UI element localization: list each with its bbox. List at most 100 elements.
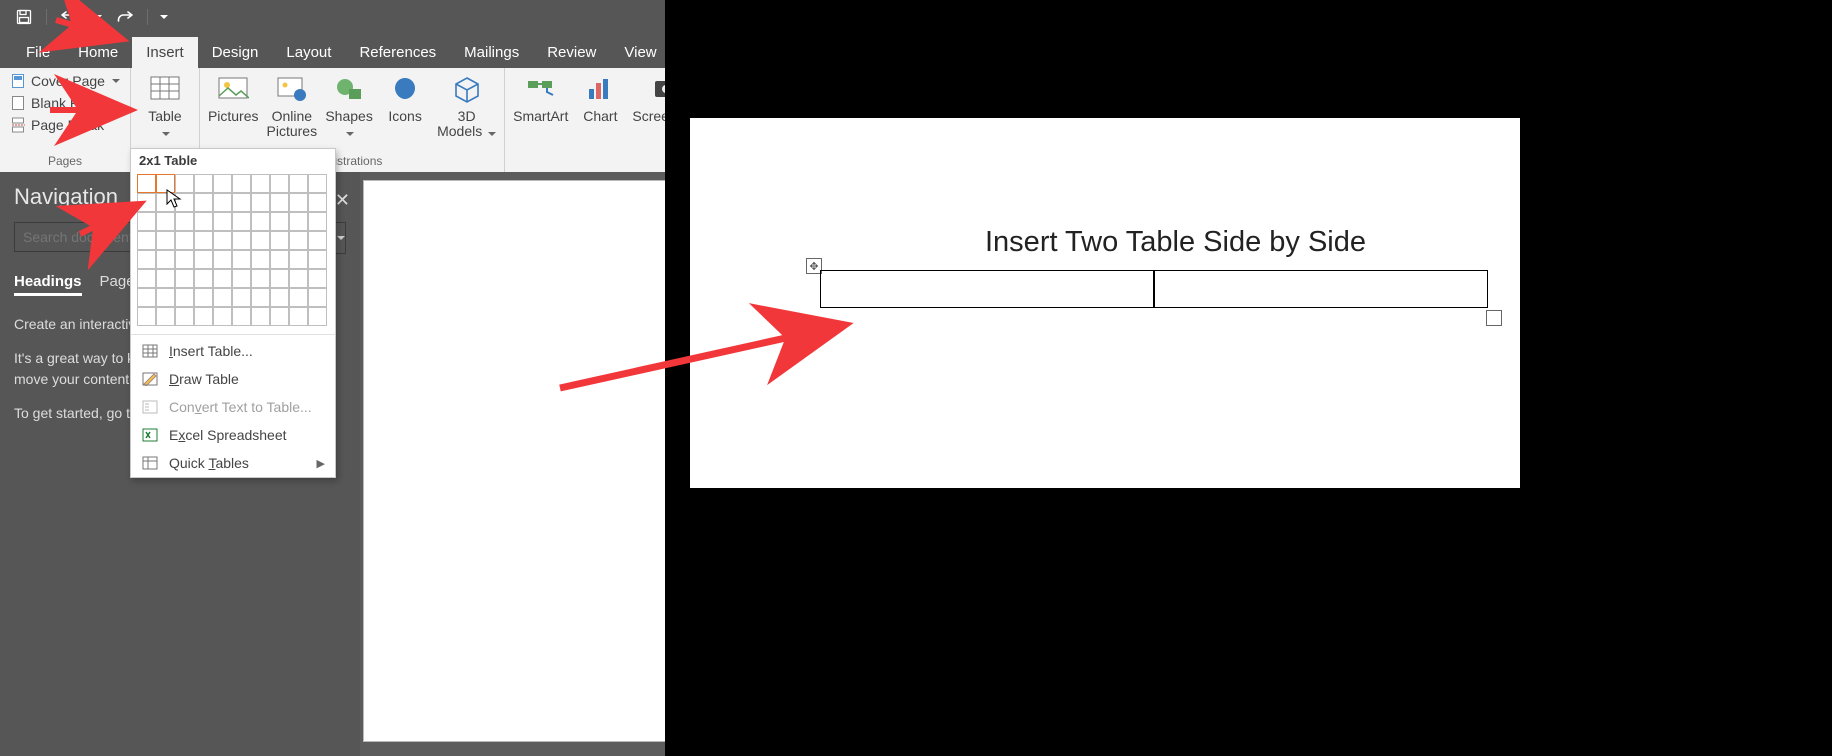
table-grid-cell[interactable] [289,193,308,212]
table-grid-cell[interactable] [175,307,194,326]
save-button[interactable] [10,6,38,28]
undo-button[interactable] [55,6,83,28]
table-grid-cell[interactable] [232,307,251,326]
table-grid-cell[interactable] [137,193,156,212]
table-grid-cell[interactable] [156,212,175,231]
insert-table-menu-item[interactable]: Insert Table... [131,337,335,365]
table-grid-cell[interactable] [251,212,270,231]
table-grid-cell[interactable] [137,250,156,269]
undo-dropdown[interactable] [91,6,103,28]
preview-table[interactable] [820,270,1488,308]
table-grid-cell[interactable] [213,250,232,269]
table-grid-cell[interactable] [194,250,213,269]
table-grid-cell[interactable] [270,193,289,212]
3d-models-button[interactable]: 3D Models [437,72,496,140]
table-grid-cell[interactable] [251,269,270,288]
table-grid-cell[interactable] [213,288,232,307]
table-grid-cell[interactable] [175,250,194,269]
tab-review[interactable]: Review [533,37,610,68]
table-grid-cell[interactable] [175,288,194,307]
table-grid-cell[interactable] [308,250,327,269]
redo-button[interactable] [111,6,139,28]
table-grid-cell[interactable] [308,307,327,326]
icons-button[interactable]: Icons [381,72,429,124]
table-grid-cell[interactable] [175,231,194,250]
table-grid-cell[interactable] [156,288,175,307]
table-grid-cell[interactable] [308,269,327,288]
table-grid-cell[interactable] [194,269,213,288]
table-grid-cell[interactable] [232,250,251,269]
table-grid-cell[interactable] [270,250,289,269]
table-grid-cell[interactable] [232,269,251,288]
table-grid-cell[interactable] [175,174,194,193]
table-grid-cell[interactable] [251,288,270,307]
table-grid-cell[interactable] [156,269,175,288]
tab-view[interactable]: View [610,37,670,68]
table-grid-cell[interactable] [270,307,289,326]
excel-spreadsheet-menu-item[interactable]: Excel Spreadsheet [131,421,335,449]
table-grid-cell[interactable] [213,212,232,231]
table-grid-cell[interactable] [308,231,327,250]
table-grid-cell[interactable] [137,288,156,307]
table-grid-cell[interactable] [270,212,289,231]
table-grid-cell[interactable] [137,212,156,231]
customize-qat-dropdown[interactable] [156,6,170,28]
navigation-close-button[interactable]: ✕ [335,190,350,211]
table-grid-cell[interactable] [232,231,251,250]
table-grid-cell[interactable] [270,269,289,288]
table-grid-cell[interactable] [308,288,327,307]
table-grid-cell[interactable] [137,174,156,193]
draw-table-menu-item[interactable]: Draw Table [131,365,335,393]
online-pictures-button[interactable]: Online Pictures [267,72,318,140]
page-break-button[interactable]: Page Break [8,116,122,134]
preview-cell-1[interactable] [820,270,1154,308]
tab-insert[interactable]: Insert [132,37,198,68]
shapes-button[interactable]: Shapes [325,72,373,140]
nav-tab-headings[interactable]: Headings [14,270,82,296]
table-grid-cell[interactable] [194,288,213,307]
table-grid-cell[interactable] [213,269,232,288]
table-button[interactable]: Table [141,72,189,140]
quick-tables-menu-item[interactable]: Quick Tables ▶ [131,449,335,477]
table-grid-cell[interactable] [232,212,251,231]
table-grid-cell[interactable] [289,307,308,326]
table-grid-cell[interactable] [289,250,308,269]
table-grid-cell[interactable] [251,193,270,212]
table-grid-cell[interactable] [194,307,213,326]
table-grid-cell[interactable] [251,174,270,193]
table-grid-cell[interactable] [213,307,232,326]
table-grid-cell[interactable] [270,231,289,250]
pictures-button[interactable]: Pictures [208,72,259,124]
tab-layout[interactable]: Layout [272,37,345,68]
table-grid-cell[interactable] [251,231,270,250]
cover-page-button[interactable]: Cover Page [8,72,122,90]
table-grid-cell[interactable] [194,231,213,250]
table-resize-handle[interactable] [1486,310,1502,326]
chart-button[interactable]: Chart [576,72,624,124]
table-grid-cell[interactable] [251,307,270,326]
table-grid-cell[interactable] [156,231,175,250]
table-grid-cell[interactable] [289,269,308,288]
table-grid-cell[interactable] [308,174,327,193]
table-grid-cell[interactable] [270,288,289,307]
tab-design[interactable]: Design [198,37,273,68]
tab-home[interactable]: Home [64,37,132,68]
table-grid-cell[interactable] [270,174,289,193]
table-grid-cell[interactable] [137,307,156,326]
preview-cell-2[interactable] [1154,270,1488,308]
table-grid-cell[interactable] [289,174,308,193]
table-grid-cell[interactable] [308,212,327,231]
table-grid-cell[interactable] [251,250,270,269]
table-grid-cell[interactable] [289,212,308,231]
table-grid-cell[interactable] [175,269,194,288]
table-grid-cell[interactable] [213,193,232,212]
smartart-button[interactable]: SmartArt [513,72,568,124]
table-grid-cell[interactable] [289,288,308,307]
table-grid-cell[interactable] [137,231,156,250]
table-grid-cell[interactable] [194,193,213,212]
table-grid-cell[interactable] [289,231,308,250]
table-grid-cell[interactable] [232,193,251,212]
table-grid-cell[interactable] [156,193,175,212]
table-grid-cell[interactable] [213,231,232,250]
table-grid-cell[interactable] [308,193,327,212]
